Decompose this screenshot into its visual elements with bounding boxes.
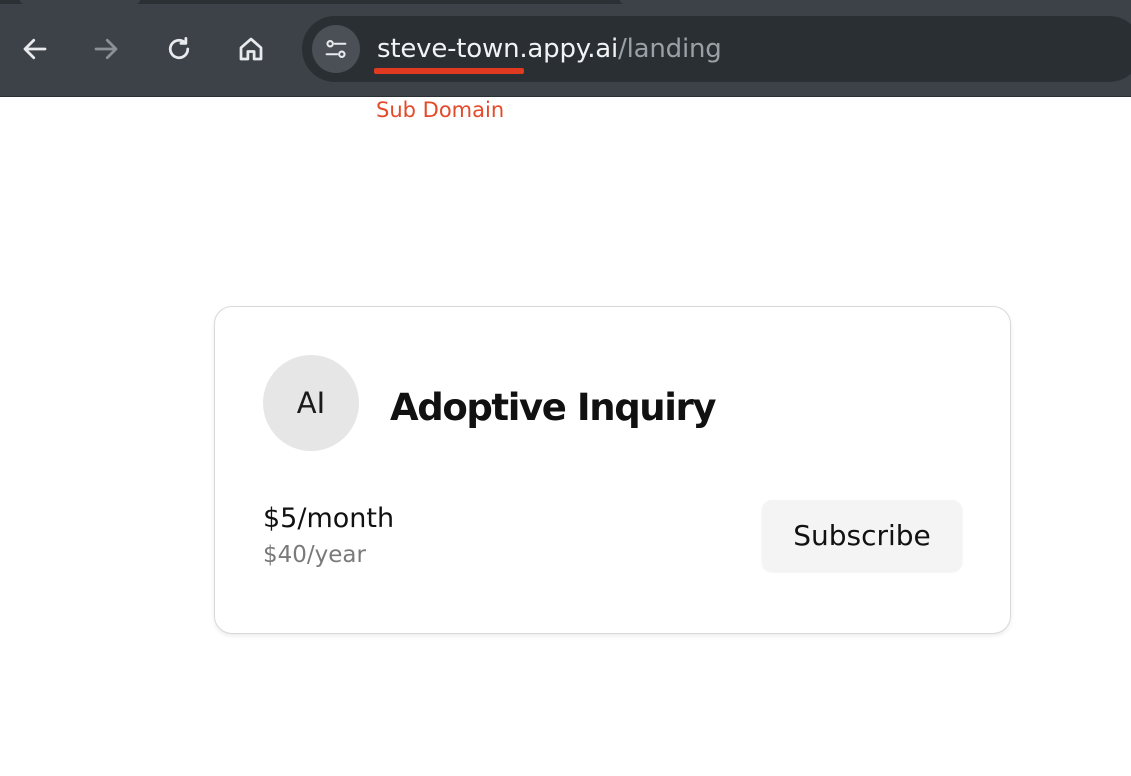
- forward-button[interactable]: [87, 30, 125, 68]
- avatar: AI: [263, 355, 359, 451]
- product-title: Adoptive Inquiry: [390, 386, 716, 429]
- subdomain-annotation: Sub Domain: [376, 98, 505, 122]
- subscribe-button[interactable]: Subscribe: [762, 500, 962, 571]
- tab-right[interactable]: [620, 0, 1131, 4]
- reload-button[interactable]: [160, 30, 198, 68]
- home-icon: [239, 37, 263, 61]
- site-info-button[interactable]: [312, 25, 360, 73]
- url-path: /landing: [618, 34, 722, 64]
- url-host: steve-town.appy.ai: [377, 34, 619, 64]
- home-button[interactable]: [232, 30, 270, 68]
- tab-left[interactable]: [20, 0, 140, 4]
- forward-arrow-icon: [94, 38, 118, 60]
- url-text[interactable]: steve-town.appy.ai/landing: [377, 31, 722, 67]
- subscription-card: [214, 306, 1011, 634]
- yearly-price: $40/year: [263, 542, 366, 568]
- back-button[interactable]: [16, 30, 54, 68]
- subdomain-underline: [374, 68, 524, 74]
- tune-icon: [325, 40, 347, 58]
- back-arrow-icon: [23, 38, 47, 60]
- reload-icon: [168, 37, 190, 60]
- monthly-price: $5/month: [263, 503, 395, 534]
